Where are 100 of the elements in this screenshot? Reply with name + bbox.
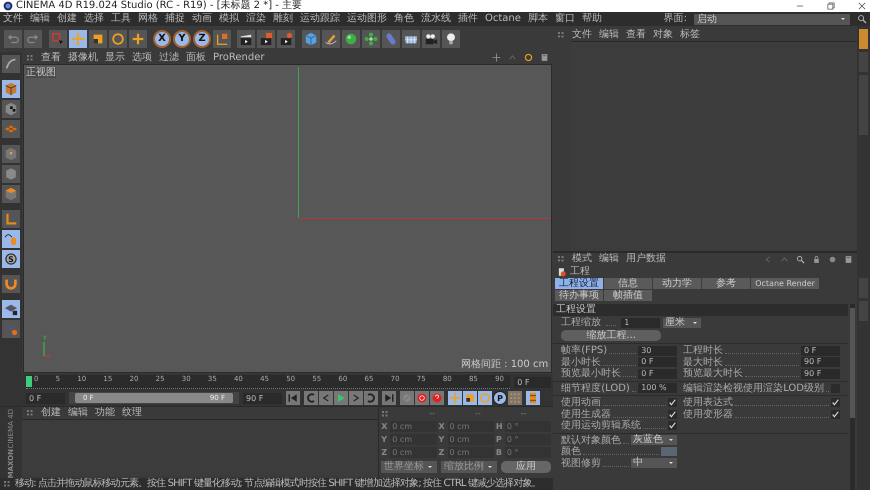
menu-item[interactable]: Octane [485,12,521,26]
attribute-menu-item[interactable]: 用户数据 [626,253,666,265]
key-parameter-button[interactable]: P [493,391,507,406]
render-settings-icon[interactable] [277,30,295,48]
checkbox[interactable] [831,398,840,408]
number-field[interactable]: 0 F [638,357,678,368]
menu-item[interactable]: 帮助 [582,12,602,26]
checkbox[interactable] [668,410,678,419]
start-frame-field[interactable]: 0 F [26,392,65,404]
key-rotation-icon[interactable] [478,391,492,406]
object-menu-item[interactable]: 文件 [572,29,592,41]
polygons-mode-icon[interactable] [2,184,20,203]
previous-frame-icon[interactable] [319,391,333,406]
live-selection-icon[interactable] [49,30,67,48]
menu-item[interactable]: 编辑 [30,12,50,26]
workplane-sync-icon[interactable] [2,320,20,338]
apply-button[interactable]: 应用 [501,461,552,473]
tab[interactable]: 动力学 [653,278,702,289]
points-mode-icon[interactable] [2,144,20,163]
menu-item[interactable]: 窗口 [554,12,575,26]
cloner-icon[interactable] [362,30,380,48]
viewport-menu-item[interactable]: 选项 [132,52,152,64]
menu-item[interactable]: 运动图形 [347,12,387,26]
number-field[interactable]: 0 F [801,346,840,356]
number-field[interactable]: 0 F [638,368,678,379]
object-menu-item[interactable]: 标签 [680,29,700,41]
workplane-lock-icon[interactable] [2,300,20,318]
rotate-tool-icon[interactable] [109,30,127,48]
keyframe-icon[interactable] [400,391,414,406]
pan-icon[interactable] [492,53,502,62]
pen-icon[interactable] [322,30,340,48]
number-field[interactable]: 100 % [638,383,678,394]
new-panel-icon[interactable] [844,254,853,264]
camera-icon[interactable] [422,30,440,48]
checkbox[interactable] [831,410,840,419]
scrollbar[interactable] [850,304,855,490]
search-icon[interactable] [796,254,805,264]
close-icon[interactable] [857,1,867,11]
edges-mode-icon[interactable] [2,164,20,183]
attribute-menu-item[interactable]: 模式 [572,253,592,265]
move-tool-icon[interactable] [69,30,87,48]
tab[interactable]: 参考 [702,278,750,289]
next-frame-icon[interactable] [349,391,363,406]
menu-item[interactable]: 运动跟踪 [300,12,340,26]
key-points-icon[interactable] [508,391,522,406]
model-mode-icon[interactable] [2,80,20,98]
number-field[interactable]: 30 [638,346,678,356]
menu-item[interactable]: 选择 [84,12,104,26]
menu-item[interactable]: 插件 [458,12,478,26]
dropdown[interactable]: 灰蓝色 [631,435,678,446]
circle-icon[interactable] [828,254,837,264]
coordinate-system-icon[interactable] [213,30,231,48]
checkbox[interactable] [668,398,678,408]
unit-dropdown[interactable]: 厘米 [663,318,702,328]
rotate-view-icon[interactable] [524,53,534,62]
material-menu-item[interactable]: 创建 [41,407,61,419]
menu-item[interactable]: 角色 [394,12,414,26]
viewport-menu-item[interactable]: 过滤 [159,52,179,64]
menu-item[interactable]: 网格 [138,12,158,26]
render-picture-icon[interactable] [257,30,275,48]
menu-item[interactable]: 创建 [57,12,77,26]
autokey-icon[interactable] [430,391,444,406]
object-menu-item[interactable]: 对象 [653,29,674,41]
viewport-menu-item[interactable]: 面板 [186,52,206,64]
material-menu-item[interactable]: 纹理 [122,407,142,419]
checkbox[interactable] [668,421,678,430]
panel-handle-icon[interactable] [26,54,34,62]
tab[interactable]: 待办事项 [555,290,604,301]
number-field[interactable]: 90 F [801,357,840,368]
restore-icon[interactable] [826,1,836,11]
texture-mode-icon[interactable] [2,100,20,118]
cross-tool-icon[interactable] [129,30,147,48]
color-swatch[interactable] [661,447,678,456]
tab[interactable]: Octane Render [751,278,819,289]
axis-lock-button[interactable]: X [153,30,171,48]
menu-item[interactable]: 脚本 [528,12,548,26]
magnet-icon[interactable] [2,274,20,293]
attribute-menu-item[interactable]: 编辑 [599,253,620,265]
menu-item[interactable]: 流水线 [421,12,451,26]
axis-lock-button[interactable]: Y [173,30,191,48]
first-frame-icon[interactable] [286,391,300,406]
tab[interactable]: 帧插值 [604,290,652,301]
viewport-menu-item[interactable]: 查看 [41,52,61,64]
panel-handle-icon[interactable] [26,409,34,417]
panel-handle-icon[interactable] [557,31,566,39]
toggle-view-icon[interactable] [540,53,550,62]
current-frame-field[interactable]: 0 F [514,376,552,388]
panel-handle-icon[interactable] [381,410,390,418]
number-field[interactable]: 1 [621,318,660,328]
scale-project-button[interactable]: 缩放工程... [561,330,662,341]
playhead[interactable] [26,376,32,388]
lock-icon[interactable] [812,254,821,264]
menu-item[interactable]: 工具 [111,12,131,26]
cube-icon[interactable] [302,30,320,48]
workplane-icon[interactable] [2,120,20,138]
end-frame-field[interactable]: 90 F [243,392,282,404]
number-field[interactable]: 90 F [801,368,840,379]
axis-lock-button[interactable]: Z [193,30,211,48]
snap-icon[interactable]: S [2,250,20,268]
menu-item[interactable]: 文件 [3,12,23,26]
